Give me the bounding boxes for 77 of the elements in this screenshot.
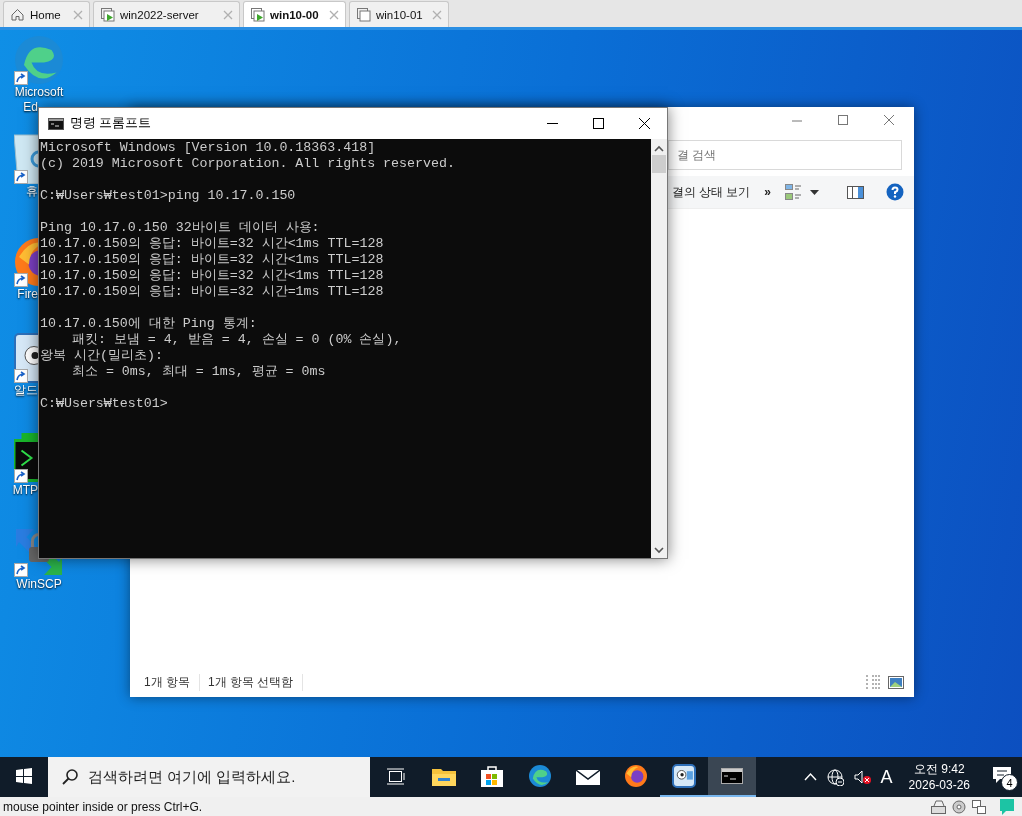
help-icon[interactable] xyxy=(886,183,904,201)
view-layout-icon[interactable] xyxy=(785,184,802,200)
window-title: 명령 프롬프트 xyxy=(70,115,153,132)
windows-logo-icon[interactable] xyxy=(16,768,32,784)
close-icon[interactable] xyxy=(638,118,650,129)
desktop-icon-label: MTP xyxy=(11,483,38,498)
shortcut-arrow-icon xyxy=(14,170,28,184)
status-text: 1개 항목 선택함 xyxy=(208,673,304,691)
volume-muted-icon[interactable] xyxy=(853,769,871,785)
toolbar-link[interactable]: 결의 상태 보기 xyxy=(671,183,751,201)
vm-running-icon xyxy=(250,7,265,22)
console-line: 10.17.0.150의 응답: 바이트=32 시간<1ms TTL=128 xyxy=(40,236,384,252)
caret-icon[interactable] xyxy=(810,189,819,195)
notification-badge: 4 xyxy=(1001,774,1018,791)
console-line: 10.17.0.150의 응답: 바이트=32 시간<1ms TTL=128 xyxy=(40,268,384,284)
console-line: Ping 10.17.0.150 32바이트 데이터 사용: xyxy=(40,220,320,236)
console-line: C:₩Users₩test01>ping 10.17.0.150 xyxy=(40,188,296,204)
folder-icon[interactable] xyxy=(432,766,456,786)
monitor-app-icon xyxy=(672,764,696,788)
console-line: Microsoft Windows [Version 10.0.18363.418] xyxy=(40,140,376,156)
desktop-icon-label: Fire xyxy=(16,287,38,302)
clock-time: 오전 9:42 xyxy=(913,761,965,777)
console-icon xyxy=(48,117,64,130)
vm-tab[interactable]: win2022-server xyxy=(93,1,240,27)
console-line: 10.17.0.150의 응답: 바이트=32 시간=1ms TTL=128 xyxy=(40,284,384,300)
shortcut-arrow-icon xyxy=(14,369,28,383)
maximize-icon[interactable] xyxy=(592,118,604,129)
home-icon xyxy=(10,7,25,22)
console-line: C:₩Users₩test01> xyxy=(40,396,168,412)
clock[interactable]: 오전 9:42 2026-03-26 xyxy=(908,761,970,793)
shortcut-arrow-icon xyxy=(14,273,28,287)
console-line: (c) 2019 Microsoft Corporation. All rights reserved. xyxy=(40,156,455,172)
preview-pane-icon[interactable] xyxy=(847,185,864,199)
console-line: 10.17.0.150에 대한 Ping 통계: xyxy=(40,316,257,332)
search-icon xyxy=(62,769,78,785)
search-field[interactable]: 결 검색 xyxy=(668,140,902,170)
chevron-up-icon[interactable] xyxy=(803,772,817,782)
vm-running-icon xyxy=(100,7,115,22)
large-icons-view-icon[interactable] xyxy=(888,675,904,689)
status-message: mouse pointer inside or press Ctrl+G. xyxy=(3,799,203,814)
shortcut-arrow-icon xyxy=(14,563,28,577)
mail-icon[interactable] xyxy=(576,767,600,785)
scroll-up-icon[interactable] xyxy=(654,145,664,153)
task-view-icon[interactable] xyxy=(387,767,405,785)
more-button[interactable]: » xyxy=(764,185,771,199)
console-line: 왕복 시간(밀리초): xyxy=(40,348,163,364)
vm-tab[interactable]: win10-00 xyxy=(243,1,346,27)
desktop-icon-label: Ed xyxy=(22,100,38,115)
network-globe-icon[interactable] xyxy=(826,768,844,786)
scroll-down-icon[interactable] xyxy=(654,546,664,554)
shortcut-arrow-icon xyxy=(14,469,28,483)
console-line: 패킷: 보냄 = 4, 받음 = 4, 손실 = 0 (0% 손실), xyxy=(70,332,402,348)
shortcut-arrow-icon xyxy=(14,71,28,85)
edge-icon xyxy=(14,35,64,85)
status-text: 1개 항목 xyxy=(144,673,200,691)
vm-off-icon xyxy=(356,7,371,22)
vm-tab[interactable]: win10-01 xyxy=(349,1,449,27)
clock-date: 2026-03-26 xyxy=(908,777,970,793)
vm-tab[interactable]: Home xyxy=(3,1,90,27)
desktop-icon-label: WinSCP xyxy=(16,577,62,592)
cd-drive-icon[interactable] xyxy=(952,799,966,814)
hard-disk-icon[interactable] xyxy=(931,799,946,814)
edge-icon xyxy=(528,764,552,788)
taskbar-search-box[interactable]: 검색하려면 여기에 입력하세요. xyxy=(48,757,370,797)
desktop-icon-label: 휴 xyxy=(25,184,38,199)
input-mode-indicator[interactable]: A xyxy=(880,766,893,788)
console-line: 10.17.0.150의 응답: 바이트=32 시간<1ms TTL=128 xyxy=(40,252,384,268)
store-icon[interactable] xyxy=(481,765,503,787)
terminal-icon[interactable] xyxy=(721,768,743,784)
taskbar-app-button[interactable] xyxy=(708,757,756,797)
network-adapter-icon[interactable] xyxy=(972,799,986,814)
scrollbar-thumb[interactable] xyxy=(652,155,666,173)
search-placeholder: 검색하려면 여기에 입력하세요. xyxy=(88,767,296,787)
desktop-icon-label: 알드 xyxy=(13,383,38,398)
desktop-icon-label: Microsoft xyxy=(14,85,64,100)
firefox-icon xyxy=(624,764,648,788)
console-line: 최소 = 0ms, 최대 = 1ms, 평균 = 0ms xyxy=(70,364,326,380)
